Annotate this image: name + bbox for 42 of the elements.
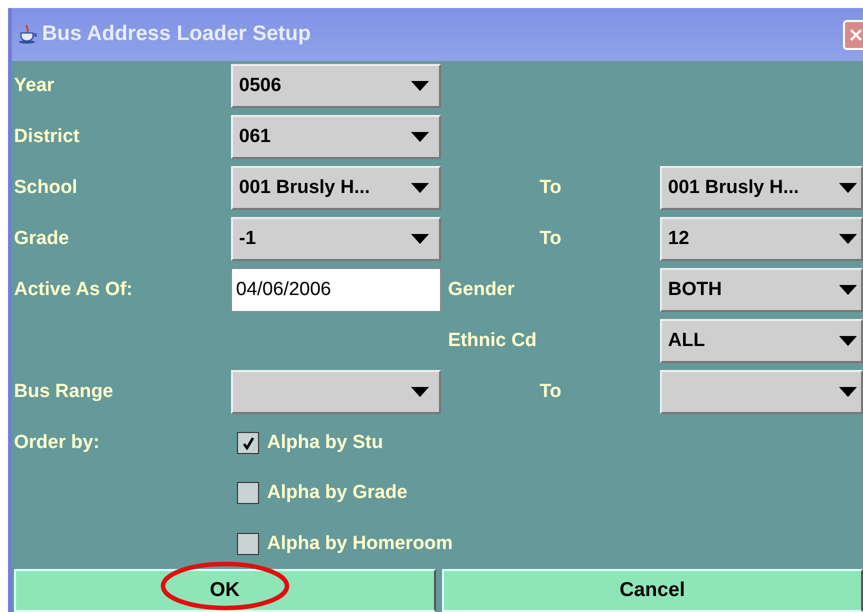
- dropdown-arrow-icon: [839, 234, 857, 244]
- dropdown[interactable]: ALL: [660, 319, 863, 364]
- checkbox[interactable]: [237, 482, 259, 504]
- dropdown[interactable]: BOTH: [660, 268, 863, 312]
- dropdown[interactable]: 061: [231, 115, 441, 160]
- field-label: District: [14, 126, 80, 148]
- coffee-cup-icon: [18, 24, 38, 44]
- dropdown[interactable]: 001 Brusly H...: [660, 166, 863, 210]
- date-field[interactable]: 04/06/2006: [231, 268, 441, 312]
- field-label: Order by:: [14, 432, 100, 453]
- dropdown-arrow-icon: [411, 234, 429, 244]
- dropdown[interactable]: [660, 370, 863, 414]
- field-label: Grade: [14, 228, 69, 250]
- dropdown[interactable]: -1: [231, 217, 441, 262]
- field-label: Gender: [448, 279, 515, 300]
- dropdown-arrow-icon: [839, 183, 857, 194]
- dropdown[interactable]: 12: [660, 217, 863, 262]
- field-label: Bus Range: [14, 381, 114, 402]
- check-icon: [241, 436, 255, 450]
- dialog-button[interactable]: Cancel: [442, 569, 863, 612]
- dropdown-arrow-icon: [411, 132, 429, 142]
- dropdown-arrow-icon: [839, 336, 857, 346]
- dropdown-arrow-icon: [411, 81, 429, 92]
- dropdown[interactable]: 001 Brusly H...: [231, 166, 441, 210]
- dialog-button[interactable]: OK: [14, 569, 436, 612]
- checkbox[interactable]: [237, 532, 259, 555]
- dropdown[interactable]: 0506: [231, 64, 441, 108]
- field-label: School: [14, 177, 78, 198]
- dropdown-arrow-icon: [411, 387, 429, 398]
- dropdown[interactable]: [231, 370, 441, 414]
- field-label: Active As Of:: [14, 279, 133, 300]
- dropdown-arrow-icon: [839, 387, 857, 398]
- field-label: To: [540, 228, 562, 250]
- window-title: Bus Address Loader Setup: [42, 22, 311, 46]
- dropdown-arrow-icon: [411, 183, 429, 194]
- field-label: To: [540, 177, 562, 198]
- checkbox[interactable]: [237, 432, 259, 454]
- field-label: Ethnic Cd: [448, 330, 537, 352]
- close-icon: [849, 28, 863, 42]
- dropdown-arrow-icon: [839, 285, 857, 296]
- field-label: Year: [14, 75, 54, 96]
- field-label: To: [540, 381, 562, 402]
